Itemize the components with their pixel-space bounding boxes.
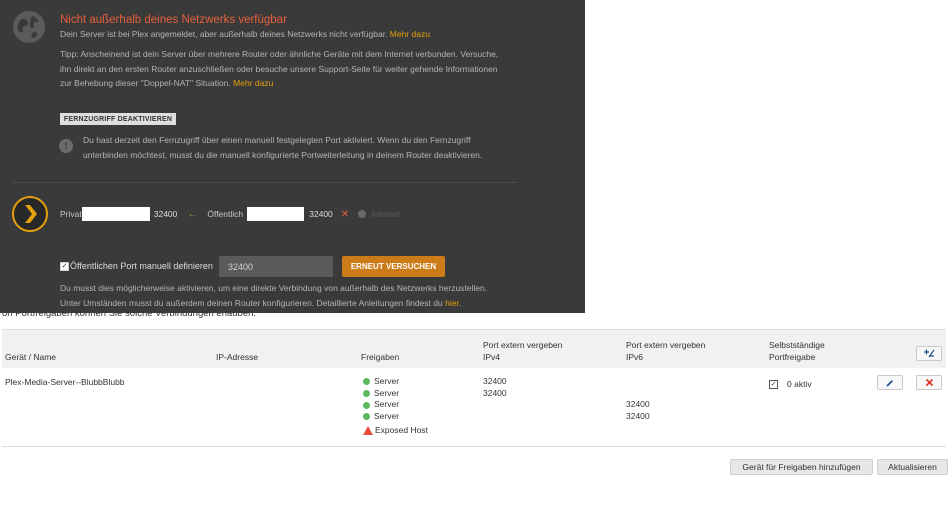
header-self-line2: Portfreigabe (769, 352, 816, 362)
list-item: Server (363, 376, 428, 388)
header-ipv6-line2: IPv6 (626, 352, 644, 362)
header-ipv6-line1: Port extern vergeben (626, 340, 706, 350)
connection-status-row: Privat 32400 ← Öffentlich 32400 ✕ Intern… (60, 207, 400, 221)
status-ok-icon (363, 401, 370, 409)
table-divider (2, 446, 946, 447)
status-ok-icon (363, 390, 370, 398)
warning-icon (363, 426, 373, 436)
self-share-checkbox[interactable]: ✓ (769, 380, 778, 390)
delete-button[interactable] (916, 375, 942, 390)
disable-remote-access-button[interactable]: FERNZUGRIFF DEAKTIVIEREN (60, 113, 176, 125)
header-device: Gerät / Name (5, 352, 57, 362)
list-item: Server (363, 388, 428, 400)
private-port: 32400 (153, 209, 178, 219)
status-ok-icon (363, 413, 370, 421)
plex-remote-access-panel: Nicht außerhalb deines Netzwerks verfügb… (0, 0, 585, 313)
info-paragraph: Du hast derzeit den Fernzugriff über ein… (83, 135, 483, 160)
header-ipv4-line2: IPv4 (483, 352, 501, 362)
close-icon (925, 378, 933, 387)
header-ipv4: Port extern vergeben IPv4 (483, 339, 562, 363)
row-ipv4-ports: 32400 32400 (483, 376, 507, 398)
exposed-host-label: Exposed Host (375, 424, 428, 435)
list-item: Server (363, 399, 428, 411)
list-item: Exposed Host (363, 425, 428, 437)
status-ok-icon (363, 378, 370, 386)
manual-port-label[interactable]: Öffentlichen Port manuell definieren (70, 259, 213, 274)
header-shares: Freigaben (361, 352, 400, 362)
public-ip-redacted (247, 207, 305, 221)
public-label: Öffentlich (207, 209, 244, 219)
private-ip-redacted (81, 207, 150, 221)
row-ipv6-ports: 32400 32400 (626, 399, 650, 422)
header-ipv6: Port extern vergeben IPv6 (626, 339, 705, 363)
edit-button[interactable] (877, 375, 903, 390)
panel-title: Nicht außerhalb deines Netzwerks verfügb… (60, 14, 287, 26)
internet-label: Internet (371, 209, 400, 219)
globe-icon (13, 11, 45, 43)
internet-globe-icon (358, 210, 367, 218)
status-message: Dein Server ist bei Plex angemeldet, abe… (60, 29, 430, 39)
plex-chevron-icon (25, 205, 37, 223)
row-device-name: Plex-Media-Server--BlubbBlubb (5, 377, 125, 387)
instructions-link[interactable]: hier (445, 298, 459, 308)
header-ipv4-line1: Port extern vergeben (483, 340, 563, 350)
private-label: Privat (60, 209, 82, 219)
toggle-columns-button[interactable] (916, 346, 942, 361)
retry-button[interactable]: ERNEUT VERSUCHEN (342, 256, 445, 277)
divider (12, 182, 517, 183)
header-self-share: Selbstständige Portfreigabe (769, 339, 825, 363)
manual-port-input[interactable]: 32400 (219, 256, 333, 277)
plus-minus-icon (924, 349, 935, 358)
manual-port-checkbox[interactable]: ✓ (60, 262, 69, 271)
arrow-left-icon: ← (187, 208, 198, 220)
hint-paragraph: Du musst dies möglicherweise aktivieren,… (60, 283, 488, 308)
add-device-button[interactable]: Gerät für Freigaben hinzufügen (730, 459, 873, 475)
pencil-icon (886, 379, 893, 386)
row-shares-list: Server Server Server Server Exposed Host (363, 376, 428, 436)
header-ip: IP-Adresse (216, 352, 259, 362)
refresh-button[interactable]: Aktualisieren (877, 459, 948, 475)
tip-paragraph: Tipp: Anscheinend ist dein Server über m… (60, 49, 499, 88)
tip-more-info-link[interactable]: Mehr dazu (233, 78, 273, 88)
self-share-status: 0 aktiv (787, 379, 812, 389)
public-port: 32400 (309, 209, 333, 219)
row-self-share: ✓ 0 aktiv (769, 379, 812, 391)
list-item: Server (363, 411, 428, 423)
info-icon: ! (59, 139, 73, 153)
cross-icon: ✕ (340, 208, 350, 220)
plex-logo (12, 196, 48, 232)
more-info-link[interactable]: Mehr dazu (390, 29, 430, 39)
header-self-line1: Selbstständige (769, 340, 825, 350)
table-header: Gerät / Name IP-Adresse Freigaben Port e… (2, 329, 946, 368)
